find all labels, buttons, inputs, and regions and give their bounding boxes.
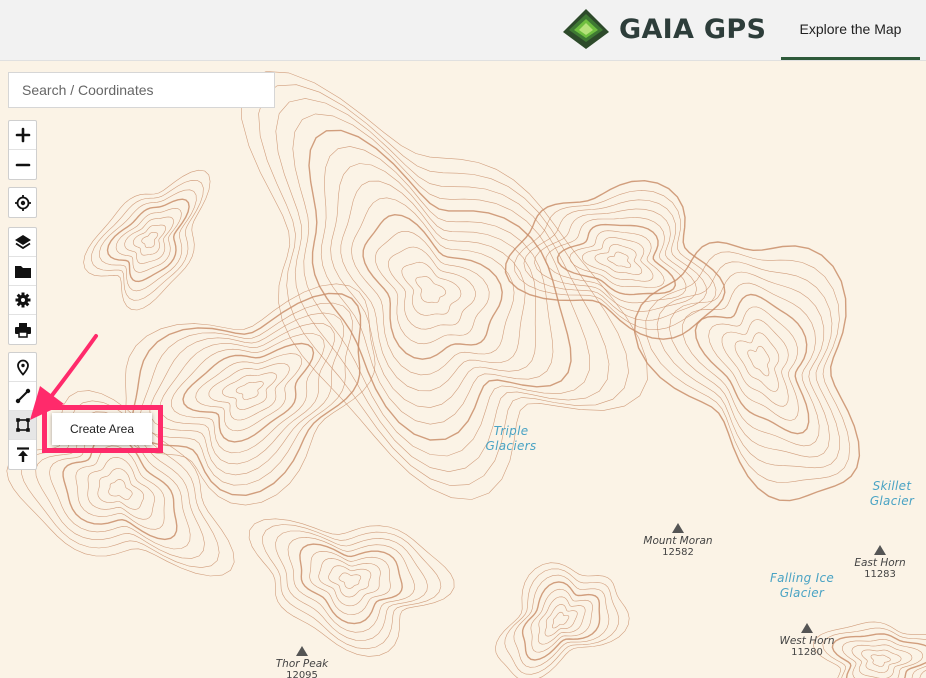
label-line: Skillet — [872, 479, 912, 493]
peak-thor-peak[interactable]: Thor Peak 12095 — [267, 646, 337, 678]
tab-explore-the-map[interactable]: Explore the Map — [781, 0, 920, 60]
peak-triangle-icon — [874, 545, 886, 555]
label-skillet-glacier: Skillet Glacier — [862, 479, 922, 509]
peak-west-horn[interactable]: West Horn 11280 — [772, 623, 842, 658]
gaia-mountain-logo-icon — [563, 9, 609, 49]
peak-elevation: 12095 — [286, 670, 318, 678]
topo-map[interactable]: Triple Glaciers Skillet Glacier Falling … — [0, 60, 926, 678]
crosshair-icon — [14, 194, 31, 211]
peak-name: Thor Peak — [275, 658, 329, 670]
saved-items-button[interactable] — [9, 257, 36, 286]
peak-triangle-icon — [672, 523, 684, 533]
label-line: Glacier — [779, 586, 825, 600]
brand-name: GAIA GPS — [619, 13, 767, 45]
app-header: GAIA GPS Explore the Map — [0, 0, 926, 61]
label-triple-glaciers: Triple Glaciers — [476, 424, 546, 454]
locate-button[interactable] — [9, 188, 36, 217]
label-line: Glacier — [869, 494, 915, 508]
gear-icon — [15, 292, 30, 308]
settings-button[interactable] — [9, 286, 36, 315]
label-line: Glaciers — [485, 439, 537, 453]
main-toolbar — [8, 227, 37, 345]
label-falling-ice-glacier: Falling Ice Glacier — [762, 571, 842, 601]
peak-elevation: 12582 — [662, 547, 694, 558]
layers-icon — [14, 235, 31, 250]
zoom-controls — [8, 120, 37, 180]
label-line: Triple — [493, 424, 529, 438]
peak-triangle-icon — [296, 646, 308, 656]
peak-elevation: 11283 — [864, 569, 896, 580]
peak-elevation: 11280 — [791, 647, 823, 658]
plus-icon — [15, 127, 30, 143]
label-line: Falling Ice — [769, 571, 835, 585]
folder-icon — [14, 266, 31, 278]
layers-button[interactable] — [9, 228, 36, 257]
zoom-out-button[interactable] — [9, 150, 36, 179]
create-area-tooltip: Create Area — [52, 413, 152, 445]
upload-icon — [16, 446, 29, 462]
peak-mount-moran[interactable]: Mount Moran 12582 — [638, 523, 718, 558]
peak-triangle-icon — [801, 623, 813, 633]
peak-name: East Horn — [854, 557, 906, 569]
import-button[interactable] — [9, 440, 36, 469]
minus-icon — [15, 163, 30, 166]
peak-name: West Horn — [779, 635, 835, 647]
gaia-logo[interactable]: GAIA GPS — [562, 8, 766, 50]
locate-control — [8, 187, 37, 218]
peak-name: Mount Moran — [643, 535, 713, 547]
zoom-in-button[interactable] — [9, 121, 36, 150]
search-input[interactable] — [9, 73, 274, 107]
peak-east-horn[interactable]: East Horn 11283 — [845, 545, 915, 580]
search-box[interactable] — [8, 72, 275, 108]
